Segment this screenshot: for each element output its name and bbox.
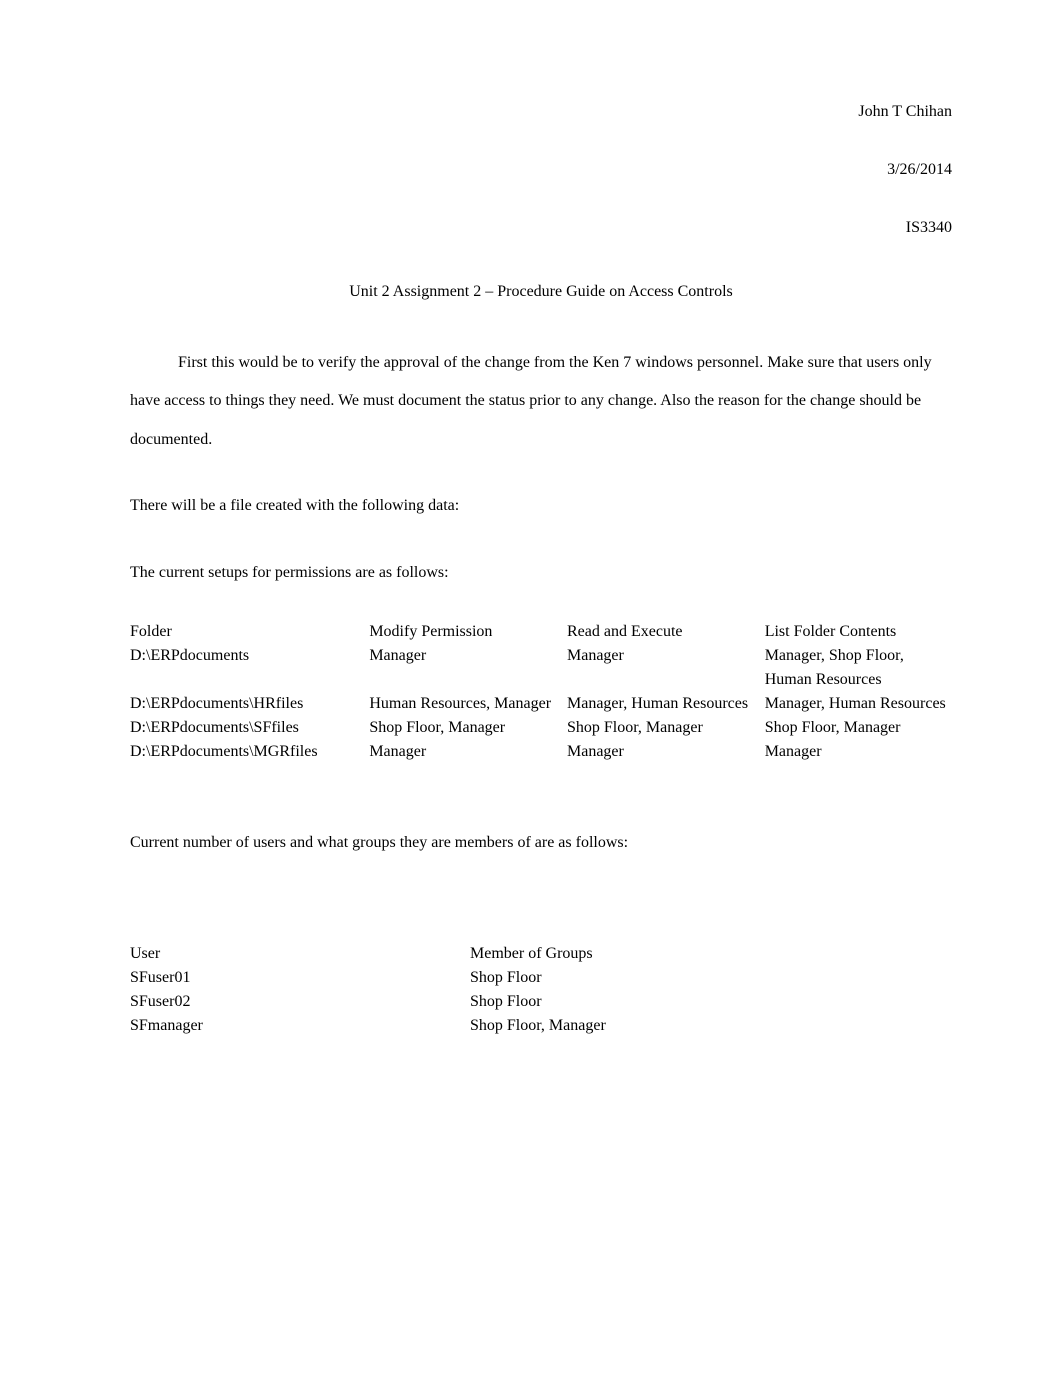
list-cell: Shop Floor, Manager	[765, 716, 952, 740]
groups-cell: Shop Floor	[470, 990, 770, 1014]
intro-paragraph: First this would be to verify the approv…	[130, 344, 952, 459]
modify-cell: Manager	[369, 740, 567, 764]
table-row: D:\ERPdocuments\HRfiles Human Resources,…	[130, 692, 952, 716]
permissions-header-row: Folder Modify Permission Read and Execut…	[130, 620, 952, 644]
users-header-groups: Member of Groups	[470, 942, 770, 966]
read-cell: Manager, Human Resources	[567, 692, 765, 716]
course-code: IS3340	[130, 216, 952, 240]
list-cell: Manager	[765, 740, 952, 764]
groups-cell: Shop Floor, Manager	[470, 1014, 770, 1038]
permissions-header-modify: Modify Permission	[369, 620, 567, 644]
document-title: Unit 2 Assignment 2 – Procedure Guide on…	[130, 280, 952, 304]
document-header: John T Chihan 3/26/2014 IS3340	[130, 100, 952, 240]
document-date: 3/26/2014	[130, 158, 952, 182]
permissions-header-list: List Folder Contents	[765, 620, 952, 644]
users-table: User Member of Groups SFuser01 Shop Floo…	[130, 942, 770, 1038]
folder-cell: D:\ERPdocuments\SFfiles	[130, 716, 369, 740]
user-cell: SFuser02	[130, 990, 470, 1014]
permissions-table: Folder Modify Permission Read and Execut…	[130, 620, 952, 764]
table-row: D:\ERPdocuments\SFfiles Shop Floor, Mana…	[130, 716, 952, 740]
user-cell: SFuser01	[130, 966, 470, 990]
table-row: D:\ERPdocuments Manager Manager Manager,…	[130, 644, 952, 692]
table-row: SFuser02 Shop Floor	[130, 990, 770, 1014]
list-cell: Manager, Human Resources	[765, 692, 952, 716]
read-cell: Shop Floor, Manager	[567, 716, 765, 740]
author-name: John T Chihan	[130, 100, 952, 124]
user-cell: SFmanager	[130, 1014, 470, 1038]
users-header-row: User Member of Groups	[130, 942, 770, 966]
groups-cell: Shop Floor	[470, 966, 770, 990]
folder-cell: D:\ERPdocuments\MGRfiles	[130, 740, 369, 764]
current-users-line: Current number of users and what groups …	[130, 824, 952, 862]
modify-cell: Shop Floor, Manager	[369, 716, 567, 740]
current-setups-line: The current setups for permissions are a…	[130, 554, 952, 592]
table-row: D:\ERPdocuments\MGRfiles Manager Manager…	[130, 740, 952, 764]
permissions-header-read: Read and Execute	[567, 620, 765, 644]
table-row: SFmanager Shop Floor, Manager	[130, 1014, 770, 1038]
folder-cell: D:\ERPdocuments\HRfiles	[130, 692, 369, 716]
folder-cell: D:\ERPdocuments	[130, 644, 369, 692]
read-cell: Manager	[567, 644, 765, 692]
modify-cell: Human Resources, Manager	[369, 692, 567, 716]
permissions-header-folder: Folder	[130, 620, 369, 644]
list-cell: Manager, Shop Floor, Human Resources	[765, 644, 952, 692]
users-header-user: User	[130, 942, 470, 966]
modify-cell: Manager	[369, 644, 567, 692]
read-cell: Manager	[567, 740, 765, 764]
table-row: SFuser01 Shop Floor	[130, 966, 770, 990]
file-created-line: There will be a file created with the fo…	[130, 487, 952, 525]
